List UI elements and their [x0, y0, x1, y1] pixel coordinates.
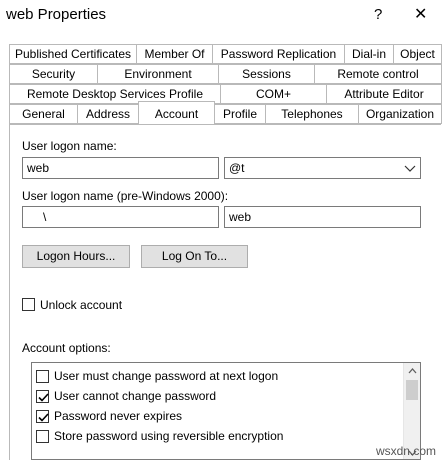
tab-password-replication[interactable]: Password Replication [212, 44, 345, 64]
list-item[interactable]: User must change password at next logon [36, 367, 400, 387]
tab-published-certificates[interactable]: Published Certificates [9, 44, 137, 64]
option-label: Password never expires [54, 409, 183, 423]
watermark: wsxdn.com [375, 444, 436, 458]
user-logon-name-input[interactable]: web [22, 157, 219, 179]
properties-window: web Properties ? ✕ Published Certificate… [0, 0, 442, 460]
list-item[interactable]: Password never expires [36, 407, 400, 427]
tab-profile[interactable]: Profile [214, 104, 266, 124]
tab-object[interactable]: Object [393, 44, 442, 64]
option-label: User must change password at next logon [54, 369, 279, 383]
tab-general[interactable]: General [9, 104, 78, 124]
help-button[interactable]: ? [374, 6, 382, 23]
tab-organization[interactable]: Organization [358, 104, 442, 124]
option-label: Store password using reversible encrypti… [54, 429, 284, 443]
tab-environment[interactable]: Environment [97, 64, 219, 84]
option-checkbox[interactable] [36, 390, 49, 403]
log-on-to-button[interactable]: Log On To... [141, 245, 248, 268]
upn-suffix-value: @t [229, 161, 245, 175]
tab-com-plus[interactable]: COM+ [220, 84, 327, 104]
tab-attribute-editor[interactable]: Attribute Editor [326, 84, 442, 104]
unlock-account-label: Unlock account [40, 298, 123, 312]
upn-suffix-combo[interactable]: @t [224, 157, 421, 179]
account-options-label: Account options: [22, 341, 111, 355]
tab-telephones[interactable]: Telephones [265, 104, 359, 124]
pre-windows-2000-user-input[interactable]: web [224, 206, 421, 228]
list-item[interactable]: Store password using reversible encrypti… [36, 427, 400, 447]
tab-security[interactable]: Security [9, 64, 98, 84]
logon-hours-button[interactable]: Logon Hours... [22, 245, 130, 268]
chevron-down-icon[interactable] [404, 160, 416, 176]
checkmark-icon [38, 413, 49, 422]
tab-dial-in[interactable]: Dial-in [344, 44, 394, 64]
pre-windows-2000-domain-input[interactable]: \ [22, 206, 219, 228]
window-title: web Properties [6, 6, 107, 23]
option-checkbox[interactable] [36, 410, 49, 423]
account-options-list[interactable]: User must change password at next logon … [31, 362, 421, 460]
option-checkbox[interactable] [36, 430, 49, 443]
tab-sessions[interactable]: Sessions [218, 64, 315, 84]
pre-windows-2000-label: User logon name (pre-Windows 2000): [22, 189, 229, 203]
scroll-thumb[interactable] [406, 380, 418, 400]
option-checkbox[interactable] [36, 370, 49, 383]
scroll-up-icon[interactable] [404, 363, 420, 380]
tab-remote-control[interactable]: Remote control [314, 64, 442, 84]
checkmark-icon [38, 393, 49, 402]
close-button[interactable]: ✕ [414, 4, 427, 24]
tab-address[interactable]: Address [77, 104, 139, 124]
user-logon-name-label: User logon name: [22, 139, 117, 153]
unlock-account-checkbox[interactable] [22, 298, 35, 311]
tab-member-of[interactable]: Member Of [136, 44, 213, 64]
list-item[interactable]: User cannot change password [36, 387, 400, 407]
title-bar: web Properties ? ✕ [0, 0, 442, 34]
option-label: User cannot change password [54, 389, 217, 403]
tab-account[interactable]: Account [138, 101, 215, 124]
